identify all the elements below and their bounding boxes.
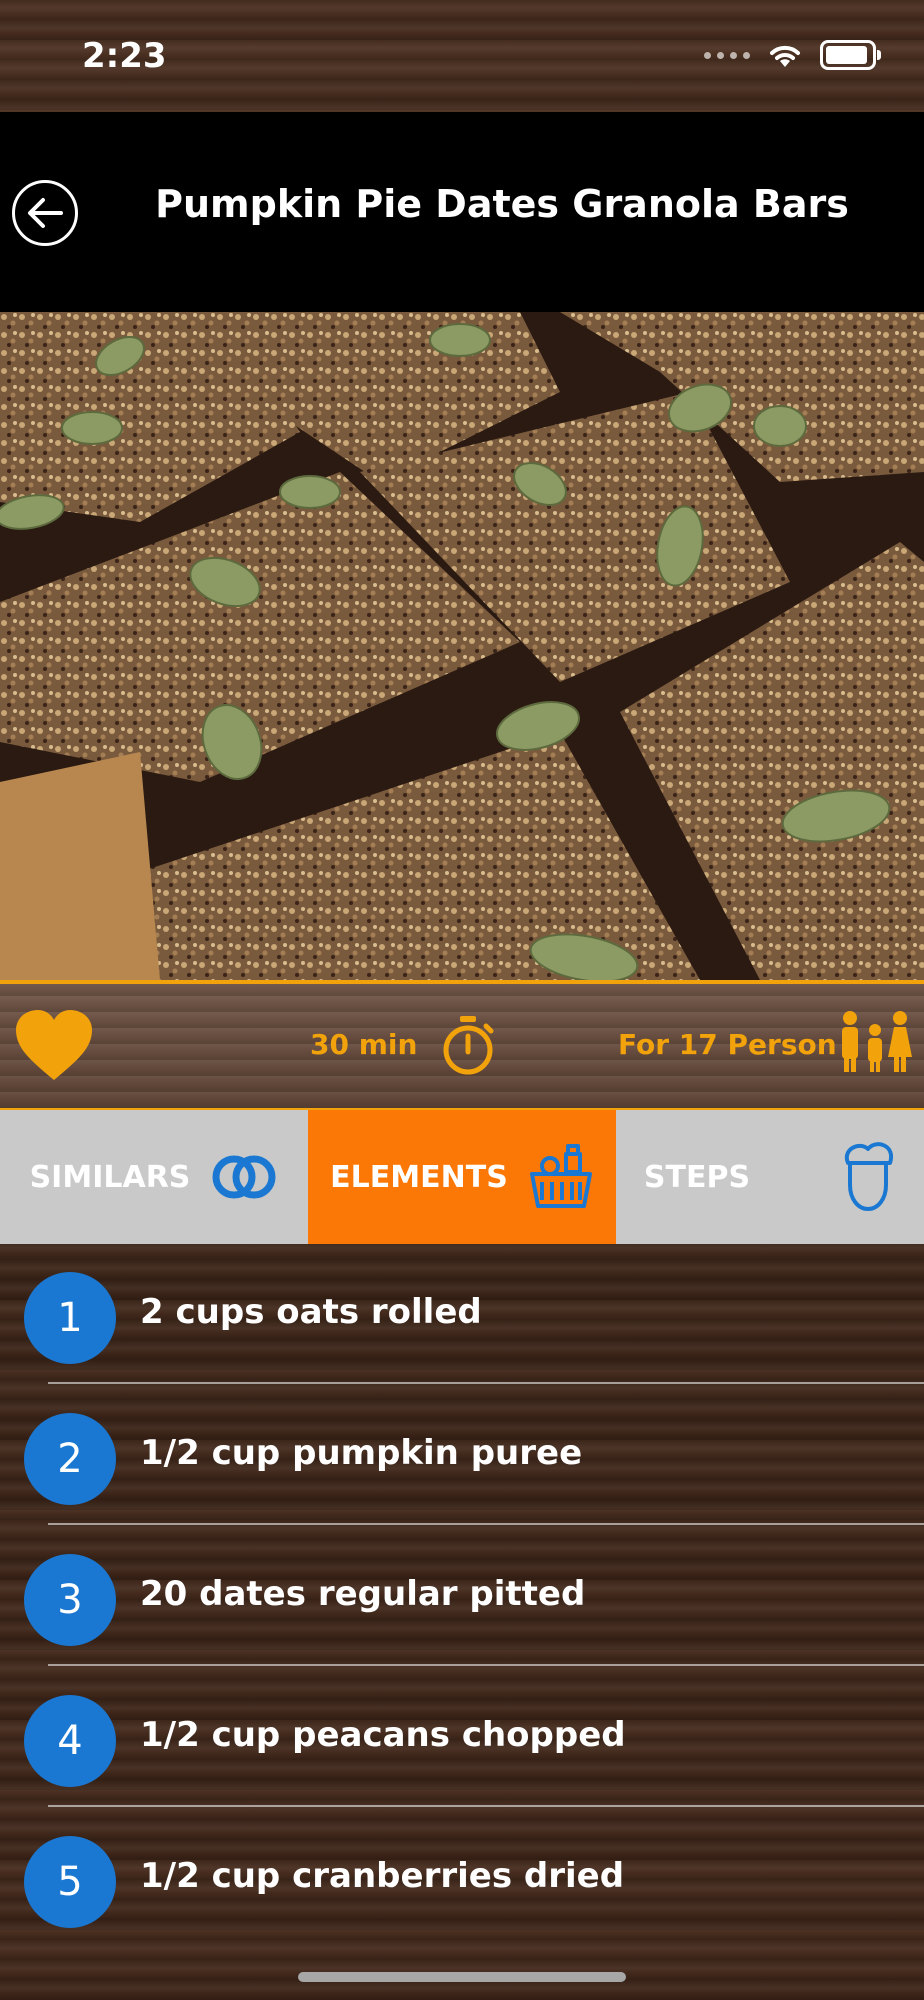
arrow-left-icon <box>28 198 63 228</box>
item-number-badge: 1 <box>24 1272 116 1364</box>
tab-similars[interactable]: SIMILARS <box>0 1110 308 1244</box>
tab-label: STEPS <box>643 1159 751 1195</box>
row-separator <box>48 1523 924 1525</box>
list-item: 5 1/2 cup cranberries dried <box>0 1808 924 1948</box>
duration-label: 30 min <box>310 1028 418 1061</box>
row-separator <box>48 1664 924 1666</box>
item-number-badge: 3 <box>24 1554 116 1646</box>
tab-elements[interactable]: ELEMENTS <box>308 1110 616 1244</box>
item-number-badge: 4 <box>24 1695 116 1787</box>
ingredient-text: 20 dates regular pitted <box>140 1574 586 1614</box>
list-item: 1 2 cups oats rolled <box>0 1244 924 1384</box>
chef-icon <box>844 1142 894 1211</box>
wifi-icon <box>770 45 800 67</box>
heart-icon[interactable] <box>12 1008 96 1084</box>
family-icon <box>842 1011 912 1072</box>
ingredient-text: 1/2 cup cranberries dried <box>140 1856 625 1896</box>
tab-steps[interactable]: STEPS <box>616 1110 924 1244</box>
tab-label: ELEMENTS <box>330 1159 508 1195</box>
list-item: 3 20 dates regular pitted <box>0 1526 924 1666</box>
tab-label: SIMILARS <box>29 1159 191 1195</box>
item-number-badge: 5 <box>24 1836 116 1928</box>
recipe-meta-bar: 30 min For 17 Person <box>0 984 924 1108</box>
row-separator <box>48 1382 924 1384</box>
tab-bar: SIMILARS ELEMENTS STEPS <box>0 1110 924 1244</box>
granola-bars-image <box>0 312 924 980</box>
ingredient-text: 1/2 cup pumpkin puree <box>140 1433 583 1473</box>
list-item: 2 1/2 cup pumpkin puree <box>0 1385 924 1525</box>
cellular-signal-icon <box>704 51 750 59</box>
ingredient-text: 1/2 cup peacans chopped <box>140 1715 626 1755</box>
status-icons <box>704 40 881 70</box>
servings-label: For 17 Person <box>618 1028 837 1061</box>
page-title: Pumpkin Pie Dates Granola Bars <box>155 182 849 226</box>
stopwatch-icon <box>443 1016 494 1075</box>
item-number-badge: 2 <box>24 1413 116 1505</box>
battery-icon <box>820 40 881 70</box>
ingredient-text: 2 cups oats rolled <box>140 1292 482 1332</box>
rings-icon <box>212 1155 276 1199</box>
recipe-photo <box>0 312 924 980</box>
status-bar: 2:23 <box>0 0 924 112</box>
home-indicator[interactable] <box>298 1972 626 1982</box>
row-separator <box>48 1805 924 1807</box>
back-button[interactable] <box>12 180 78 246</box>
ingredients-list: 1 2 cups oats rolled 2 1/2 cup pumpkin p… <box>0 1244 924 2000</box>
status-time: 2:23 <box>82 36 167 76</box>
app-header: Pumpkin Pie Dates Granola Bars <box>0 112 924 312</box>
list-item: 4 1/2 cup peacans chopped <box>0 1667 924 1807</box>
basket-icon <box>529 1144 592 1208</box>
